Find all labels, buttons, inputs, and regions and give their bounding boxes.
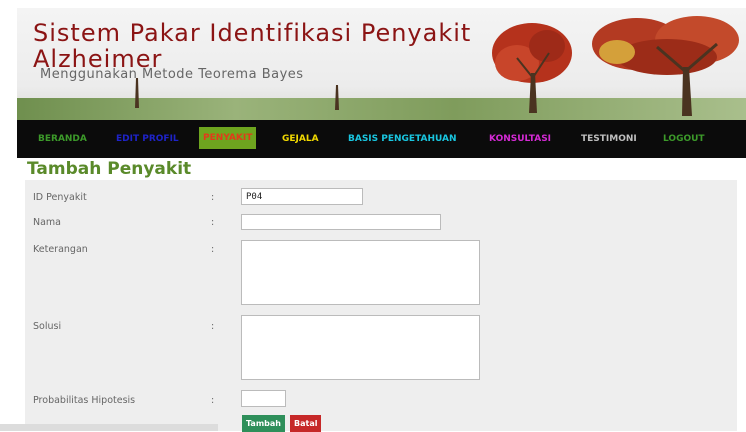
- tree-illustration: [135, 78, 139, 108]
- probabilitas-colon: :: [211, 395, 215, 406]
- autumn-tree-icon: [492, 23, 572, 113]
- main-content: Tambah Penyakit ID Penyakit : P04 Nama :…: [17, 159, 746, 432]
- nav-item-logout[interactable]: LOGOUT: [663, 120, 705, 158]
- probabilitas-label: Probabilitas Hipotesis: [33, 395, 136, 406]
- probabilitas-input[interactable]: [241, 390, 286, 407]
- nav-item-konsultasi[interactable]: KONSULTASI: [489, 120, 551, 158]
- id-colon: :: [211, 192, 215, 203]
- page-title: Tambah Penyakit: [27, 159, 192, 179]
- batal-button[interactable]: Batal: [290, 415, 322, 432]
- header-banner: Sistem Pakar Identifikasi Penyakit Alzhe…: [17, 8, 746, 120]
- tambah-button[interactable]: Tambah: [242, 415, 285, 432]
- keterangan-textarea[interactable]: [241, 240, 480, 305]
- main-nav: BERANDA EDIT PROFIL PENYAKIT GEJALA BASI…: [17, 120, 746, 158]
- solusi-textarea[interactable]: [241, 315, 480, 380]
- page: Sistem Pakar Identifikasi Penyakit Alzhe…: [17, 8, 746, 432]
- id-penyakit-input[interactable]: P04: [241, 188, 363, 205]
- solusi-label: Solusi: [33, 321, 62, 332]
- nav-item-testimoni[interactable]: TESTIMONI: [581, 120, 637, 158]
- nav-item-basis-pengetahuan[interactable]: BASIS PENGETAHUAN: [348, 120, 457, 158]
- nav-item-penyakit[interactable]: PENYAKIT: [199, 127, 257, 149]
- solusi-colon: :: [211, 321, 215, 332]
- id-label: ID Penyakit: [33, 192, 87, 203]
- keterangan-colon: :: [211, 244, 215, 255]
- nav-item-edit-profil[interactable]: EDIT PROFIL: [116, 120, 179, 158]
- status-bar: [0, 424, 218, 431]
- nama-label: Nama: [33, 217, 62, 228]
- site-title: Sistem Pakar Identifikasi Penyakit Alzhe…: [33, 19, 472, 73]
- site-subtitle: Menggunakan Metode Teorema Bayes: [40, 67, 304, 82]
- nav-item-gejala[interactable]: GEJALA: [282, 120, 319, 158]
- tree-illustration: [335, 85, 339, 110]
- autumn-tree-icon: [592, 16, 739, 116]
- nama-input[interactable]: [241, 214, 441, 230]
- add-disease-form: ID Penyakit : P04 Nama : Keterangan : So…: [25, 180, 737, 432]
- nama-colon: :: [211, 217, 215, 228]
- keterangan-label: Keterangan: [33, 244, 88, 255]
- nav-item-beranda[interactable]: BERANDA: [38, 120, 87, 158]
